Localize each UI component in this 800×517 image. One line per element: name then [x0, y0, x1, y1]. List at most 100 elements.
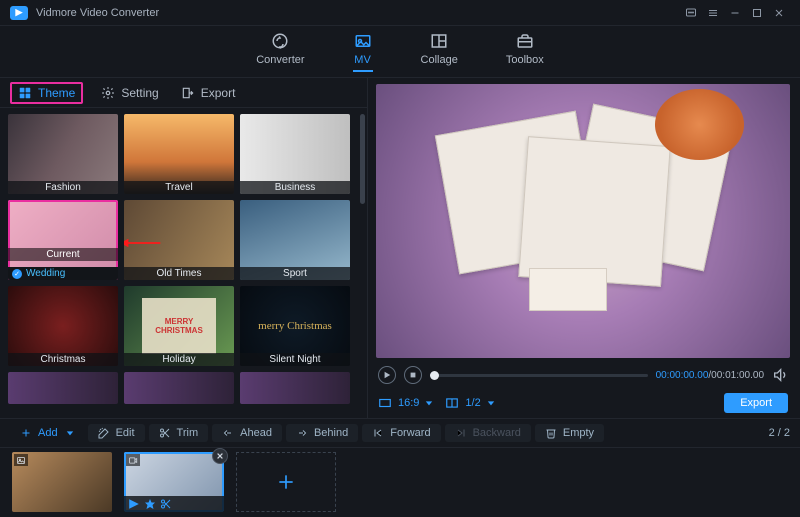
sub-tab-bar: Theme Setting Export [0, 78, 367, 108]
mv-icon [353, 32, 373, 50]
tab-toolbox-label: Toolbox [506, 54, 544, 66]
clip-play-icon[interactable] [128, 498, 140, 510]
theme-label: Old Times [124, 267, 234, 280]
add-clip-button[interactable] [236, 452, 336, 512]
preview-canvas[interactable] [376, 84, 790, 358]
tab-toolbox[interactable]: Toolbox [506, 32, 544, 72]
fraction-selector[interactable]: 1/2 [445, 396, 494, 410]
clip-actions [124, 496, 224, 512]
theme-silent-night[interactable]: merry ChristmasSilent Night [240, 286, 350, 366]
fraction-icon [445, 396, 459, 410]
add-button[interactable]: Add [10, 424, 84, 442]
theme-business[interactable]: Business [240, 114, 350, 194]
backward-label: Backward [473, 427, 521, 439]
theme-grid-icon [18, 86, 32, 100]
theme-panel: Theme Setting Export Fashion Travel Busi… [0, 78, 368, 418]
aspect-ratio-selector[interactable]: 16:9 [378, 396, 433, 410]
tab-mv[interactable]: MV [353, 32, 373, 72]
toolbox-icon [515, 32, 535, 50]
ahead-button[interactable]: Ahead [212, 424, 282, 442]
export-button[interactable]: Export [724, 393, 788, 413]
subtab-setting-label: Setting [121, 86, 158, 100]
preview-toolbar: 16:9 1/2 Export [376, 388, 790, 418]
forward-label: Forward [390, 427, 430, 439]
scrub-handle[interactable] [430, 371, 439, 380]
clip-type-image-icon [14, 454, 28, 466]
theme-grid: Fashion Travel Business Current ✓ Weddin… [0, 108, 367, 418]
close-button[interactable] [768, 3, 790, 23]
menu-icon[interactable] [702, 3, 724, 23]
clip-star-icon[interactable] [144, 498, 156, 510]
theme-christmas[interactable]: Christmas [8, 286, 118, 366]
theme-label: Fashion [8, 181, 118, 194]
chevron-down-icon [66, 429, 74, 437]
theme-label: Holiday [124, 353, 234, 366]
clip-2[interactable] [124, 452, 224, 512]
subtab-export[interactable]: Export [177, 84, 240, 102]
theme-wedding[interactable]: Current ✓ Wedding [8, 200, 118, 280]
main-tab-bar: Converter MV Collage Toolbox [0, 26, 800, 78]
theme-label: Sport [240, 267, 350, 280]
clip-1[interactable] [12, 452, 112, 512]
scrub-bar[interactable] [430, 374, 648, 377]
backward-icon [455, 427, 467, 439]
theme-label: Business [240, 181, 350, 194]
subtab-theme[interactable]: Theme [10, 82, 83, 104]
subtab-export-label: Export [201, 86, 236, 100]
edit-label: Edit [116, 427, 135, 439]
wand-icon [98, 427, 110, 439]
remove-clip-button[interactable] [212, 448, 228, 464]
gear-icon [101, 86, 115, 100]
trim-button[interactable]: Trim [149, 424, 209, 442]
trash-icon [545, 427, 557, 439]
collage-icon [429, 32, 449, 50]
volume-icon[interactable] [772, 367, 788, 383]
ahead-label: Ahead [240, 427, 272, 439]
subtab-setting[interactable]: Setting [97, 84, 162, 102]
holiday-thumb-text: MERRY CHRISTMAS [142, 298, 216, 354]
theme-label: Travel [124, 181, 234, 194]
theme-old-times[interactable]: Old Times [124, 200, 234, 280]
tab-converter-label: Converter [256, 54, 304, 66]
theme-partial-3[interactable] [240, 372, 350, 404]
theme-sport[interactable]: Sport [240, 200, 350, 280]
export-icon [181, 86, 195, 100]
theme-partial-2[interactable] [124, 372, 234, 404]
chevron-down-icon [425, 399, 433, 407]
maximize-button[interactable] [746, 3, 768, 23]
clip-toolbar: Add Edit Trim Ahead Behind Forward Backw… [0, 418, 800, 448]
forward-button[interactable]: Forward [362, 424, 440, 442]
empty-button[interactable]: Empty [535, 424, 604, 442]
theme-partial-1[interactable] [8, 372, 118, 404]
stop-button[interactable] [404, 366, 422, 384]
preview-panel: 00:00:00.00/00:01:00.00 16:9 1/2 Export [368, 78, 800, 418]
check-icon: ✓ [12, 269, 22, 279]
timecode: 00:00:00.00/00:01:00.00 [656, 370, 764, 381]
edit-button[interactable]: Edit [88, 424, 145, 442]
tab-collage-label: Collage [421, 54, 458, 66]
clip-strip [0, 448, 800, 516]
play-button[interactable] [378, 366, 396, 384]
tab-converter[interactable]: Converter [256, 32, 304, 72]
empty-label: Empty [563, 427, 594, 439]
behind-button[interactable]: Behind [286, 424, 358, 442]
tab-collage[interactable]: Collage [421, 32, 458, 72]
work-area: Theme Setting Export Fashion Travel Busi… [0, 78, 800, 418]
clip-scissors-icon[interactable] [160, 498, 172, 510]
theme-label: Silent Night [240, 353, 350, 366]
minimize-button[interactable] [724, 3, 746, 23]
feedback-icon[interactable] [680, 3, 702, 23]
add-label: Add [38, 427, 58, 439]
converter-icon [270, 32, 290, 50]
theme-fashion[interactable]: Fashion [8, 114, 118, 194]
fraction-value: 1/2 [465, 397, 480, 409]
backward-button[interactable]: Backward [445, 424, 531, 442]
scissors-icon [159, 427, 171, 439]
theme-holiday[interactable]: MERRY CHRISTMASHoliday [124, 286, 234, 366]
theme-scrollbar[interactable] [360, 114, 365, 204]
clip-type-video-icon [126, 454, 140, 466]
theme-travel[interactable]: Travel [124, 114, 234, 194]
theme-overlay-label: Current [8, 248, 118, 261]
app-logo-icon: ▶ [10, 6, 28, 20]
plus-icon [20, 427, 32, 439]
